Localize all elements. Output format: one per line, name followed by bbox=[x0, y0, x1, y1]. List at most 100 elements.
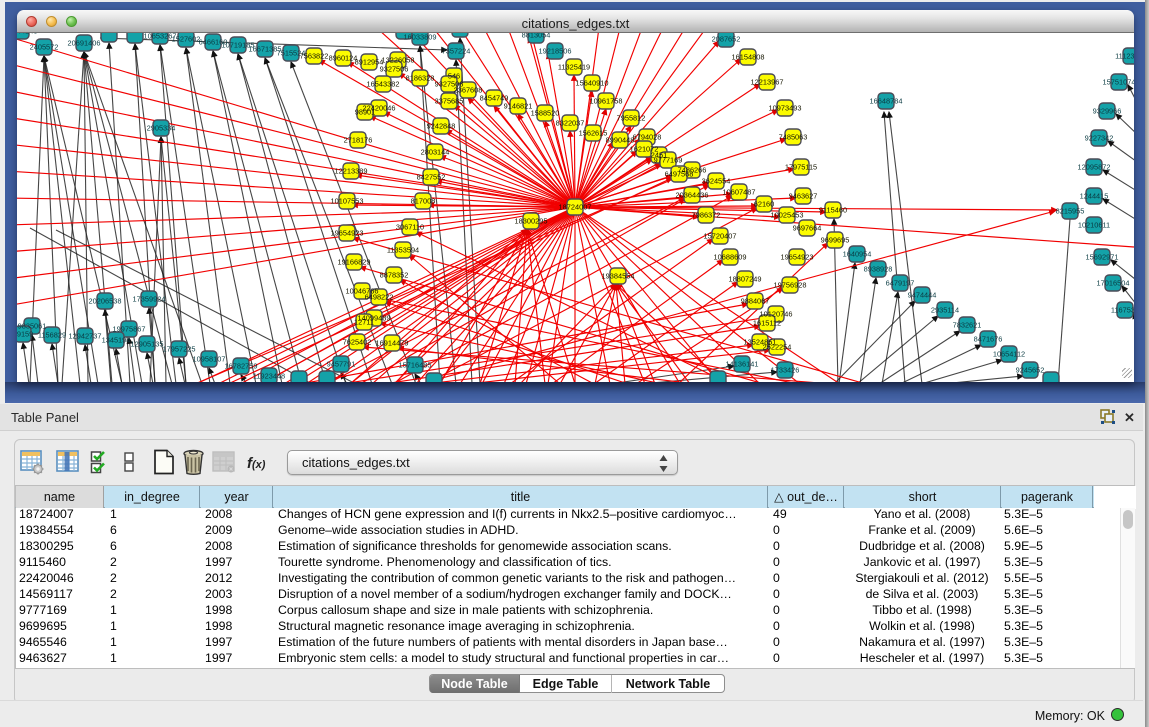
svg-text:1156829: 1156829 bbox=[38, 331, 66, 340]
svg-text:10654112: 10654112 bbox=[993, 350, 1025, 359]
svg-text:98901: 98901 bbox=[355, 108, 376, 117]
svg-text:1733426: 1733426 bbox=[771, 366, 800, 375]
svg-text:9777169: 9777169 bbox=[654, 156, 683, 165]
svg-text:1167533: 1167533 bbox=[1111, 306, 1134, 315]
svg-text:10973493: 10973493 bbox=[769, 104, 802, 113]
svg-text:2522254: 2522254 bbox=[763, 343, 792, 352]
svg-text:10120746: 10120746 bbox=[760, 310, 793, 319]
svg-text:7357224: 7357224 bbox=[442, 47, 471, 56]
svg-text:15692971: 15692971 bbox=[1086, 253, 1119, 262]
svg-text:9474444: 9474444 bbox=[908, 291, 937, 300]
svg-text:11123344: 11123344 bbox=[1115, 52, 1134, 61]
svg-text:7986372: 7986372 bbox=[692, 211, 721, 220]
svg-text:8938928: 8938928 bbox=[864, 265, 893, 274]
svg-text:8813054: 8813054 bbox=[522, 33, 551, 40]
svg-text:2718176: 2718176 bbox=[344, 136, 373, 145]
svg-text:9146821: 9146821 bbox=[504, 102, 533, 111]
svg-text:11325419: 11325419 bbox=[558, 63, 590, 72]
svg-text:15716485: 15716485 bbox=[399, 361, 432, 370]
svg-text:10607487: 10607487 bbox=[723, 188, 756, 197]
svg-text:1640954: 1640954 bbox=[843, 250, 872, 259]
svg-text:20691406: 20691406 bbox=[68, 39, 101, 48]
svg-text:12095872: 12095872 bbox=[1078, 163, 1111, 172]
svg-text:7485063: 7485063 bbox=[779, 133, 808, 142]
svg-text:17359924: 17359924 bbox=[133, 295, 166, 304]
svg-text:1562615: 1562615 bbox=[579, 129, 608, 138]
svg-text:7625402: 7625402 bbox=[343, 338, 372, 347]
svg-text:3624554: 3624554 bbox=[702, 177, 731, 186]
svg-text:16782759: 16782759 bbox=[225, 362, 258, 371]
svg-text:8471676: 8471676 bbox=[974, 335, 1003, 344]
svg-text:12213967: 12213967 bbox=[751, 78, 784, 87]
svg-text:18300295: 18300295 bbox=[515, 217, 548, 226]
svg-text:6497568: 6497568 bbox=[665, 170, 694, 179]
svg-text:18807249: 18807249 bbox=[729, 275, 762, 284]
svg-text:8215955: 8215955 bbox=[1056, 207, 1085, 216]
svg-text:39159: 39159 bbox=[17, 330, 33, 339]
svg-text:1615112: 1615112 bbox=[753, 319, 781, 328]
svg-text:17975115: 17975115 bbox=[785, 163, 817, 172]
svg-text:16033809: 16033809 bbox=[404, 33, 437, 42]
svg-text:16154808: 16154808 bbox=[732, 53, 765, 62]
svg-text:6498222: 6498222 bbox=[365, 293, 394, 302]
svg-text:9227342: 9227342 bbox=[1085, 134, 1114, 143]
svg-text:2905334: 2905334 bbox=[147, 124, 176, 133]
svg-text:8427552: 8427552 bbox=[417, 173, 446, 182]
svg-text:8960124: 8960124 bbox=[329, 54, 358, 63]
svg-text:2367608: 2367608 bbox=[454, 86, 483, 95]
svg-text:8878352: 8878352 bbox=[380, 271, 409, 280]
svg-text:15751074: 15751074 bbox=[1103, 78, 1134, 87]
svg-text:2803144: 2803144 bbox=[421, 148, 450, 157]
svg-text:8186328: 8186328 bbox=[406, 74, 435, 83]
svg-text:2087652: 2087652 bbox=[712, 35, 741, 44]
svg-text:13226058: 13226058 bbox=[382, 56, 415, 65]
svg-text:16914479: 16914479 bbox=[376, 339, 409, 348]
svg-text:62160: 62160 bbox=[754, 200, 775, 209]
svg-text:19975867: 19975867 bbox=[113, 325, 146, 334]
svg-text:2405572: 2405572 bbox=[30, 43, 59, 52]
svg-text:9242848: 9242848 bbox=[427, 122, 456, 131]
svg-text:20206538: 20206538 bbox=[89, 297, 122, 306]
svg-text:9329966: 9329966 bbox=[1093, 107, 1122, 116]
svg-text:6794028: 6794028 bbox=[633, 133, 662, 142]
svg-text:11923448: 11923448 bbox=[253, 372, 285, 381]
svg-text:3375685: 3375685 bbox=[435, 97, 464, 106]
svg-text:19384554: 19384554 bbox=[602, 272, 635, 281]
svg-text:17957225: 17957225 bbox=[163, 345, 196, 354]
svg-text:12213389: 12213389 bbox=[335, 167, 368, 176]
svg-text:1244415: 1244415 bbox=[1080, 192, 1109, 201]
svg-text:10107553: 10107553 bbox=[331, 197, 364, 206]
svg-text:17016504: 17016504 bbox=[1097, 279, 1130, 288]
svg-text:8990448: 8990448 bbox=[606, 136, 635, 145]
svg-text:6479197: 6479197 bbox=[886, 279, 915, 288]
svg-text:16044148: 16044148 bbox=[17, 33, 37, 36]
svg-text:19218506: 19218506 bbox=[539, 47, 572, 56]
svg-text:12711: 12711 bbox=[354, 318, 374, 327]
svg-text:7955812: 7955812 bbox=[617, 114, 646, 123]
svg-text:15640910: 15640910 bbox=[576, 79, 609, 88]
svg-text:817008: 817008 bbox=[411, 197, 436, 206]
svg-text:9697664: 9697664 bbox=[793, 224, 822, 233]
svg-text:19756928: 19756928 bbox=[774, 281, 807, 290]
svg-text:16648784: 16648784 bbox=[870, 97, 903, 106]
svg-text:9115460: 9115460 bbox=[819, 206, 847, 215]
svg-text:9327506: 9327506 bbox=[380, 65, 409, 74]
svg-text:9457791: 9457791 bbox=[327, 360, 356, 369]
svg-text:10210611: 10210611 bbox=[1078, 221, 1110, 230]
svg-text:14136141: 14136141 bbox=[726, 360, 759, 369]
svg-text:10025453: 10025453 bbox=[771, 211, 804, 220]
svg-text:19654923: 19654923 bbox=[781, 253, 814, 262]
svg-text:16543382: 16543382 bbox=[367, 80, 400, 89]
svg-text:3067110: 3067110 bbox=[396, 223, 424, 232]
svg-text:20364436: 20364436 bbox=[676, 191, 709, 200]
svg-text:10958107: 10958107 bbox=[193, 355, 226, 364]
svg-text:15720407: 15720407 bbox=[704, 232, 737, 241]
svg-text:9699695: 9699695 bbox=[821, 236, 850, 245]
svg-text:11353594: 11353594 bbox=[387, 246, 419, 255]
svg-text:7563822: 7563822 bbox=[300, 52, 329, 61]
svg-text:1527602: 1527602 bbox=[172, 35, 201, 44]
svg-text:9884067: 9884067 bbox=[741, 297, 770, 306]
svg-text:1588520: 1588520 bbox=[531, 109, 560, 118]
svg-text:8322037: 8322037 bbox=[556, 119, 585, 128]
svg-text:10961758: 10961758 bbox=[590, 97, 623, 106]
